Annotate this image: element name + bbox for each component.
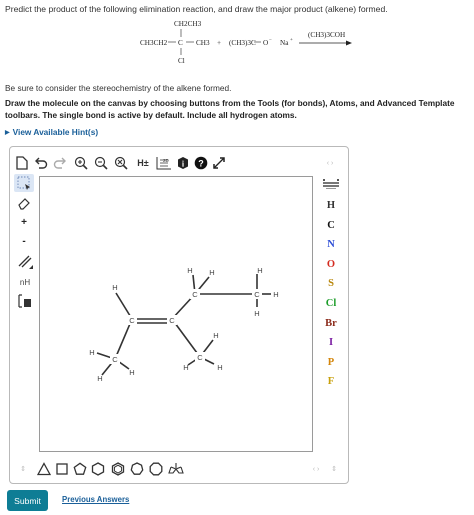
base-label: (CH3)3C — [229, 39, 256, 47]
plus-charge-icon[interactable]: + — [15, 214, 33, 230]
atom-label-h: H — [257, 266, 262, 275]
redo-icon[interactable] — [53, 156, 67, 170]
cyclohexane-icon[interactable] — [90, 461, 106, 477]
clear-icon[interactable] — [114, 156, 130, 170]
solvent-label: (CH3)3COH — [308, 31, 345, 39]
main-chain-right-label: CH3 — [196, 39, 210, 47]
periodic-table-icon[interactable] — [321, 177, 341, 191]
atom-button-h[interactable]: H — [314, 196, 348, 216]
atom-label-c: C — [254, 290, 260, 299]
atoms-scroll-arrows[interactable]: ⇕ — [328, 461, 340, 477]
minus-superscript: − — [269, 38, 272, 43]
cyclobutane-icon[interactable] — [54, 461, 70, 477]
zoom-in-icon[interactable] — [74, 156, 90, 170]
plus-sign: + — [217, 39, 221, 47]
fullscreen-icon[interactable] — [212, 156, 226, 170]
stereo-note: Be sure to consider the stereochemistry … — [5, 83, 232, 93]
top-scroll-arrows[interactable]: ‹ › — [320, 156, 340, 170]
atoms-toolbar: H C N O S Cl Br I P F — [314, 173, 348, 455]
minus-charge-label: - — [22, 235, 26, 247]
base-oxygen-label: O — [263, 39, 268, 47]
bottom-scroll-right-arrows[interactable]: ‹ › — [306, 461, 326, 477]
atom-button-br[interactable]: Br — [314, 314, 348, 334]
cycloheptane-icon[interactable] — [129, 461, 145, 477]
chain-icon[interactable]: nH — [15, 273, 35, 291]
atom-label-h: H — [97, 374, 102, 383]
hints-link[interactable]: ▶ View Available Hint(s) — [5, 127, 98, 137]
bonds — [96, 274, 271, 376]
cyclopropane-icon[interactable] — [36, 461, 52, 477]
drawing-canvas[interactable]: C C C C C C H H H H H H H H H H H H — [39, 176, 313, 452]
benzene-icon[interactable] — [110, 461, 126, 477]
atom-label-h: H — [254, 309, 259, 318]
central-carbon-label: C — [178, 39, 183, 47]
atom-label-c: C — [129, 316, 135, 325]
atom-label-h: H — [129, 368, 134, 377]
hints-label: View Available Hint(s) — [12, 127, 99, 137]
atom-button-o[interactable]: O — [314, 255, 348, 275]
atom-label-c: C — [192, 290, 198, 299]
atom-button-s[interactable]: S — [314, 274, 348, 294]
atom-label-c: C — [169, 316, 175, 325]
bottom-substituent-label: Cl — [178, 57, 185, 65]
previous-answers-link[interactable]: Previous Answers — [62, 495, 129, 504]
minus-charge-icon[interactable]: - — [15, 233, 33, 249]
chair-template-icon[interactable] — [167, 461, 185, 477]
h-toggle-label: H± — [137, 158, 149, 168]
reaction-scheme: CH2CH3 CH3CH2 C CH3 Cl + (CH3)3C O − Na … — [140, 20, 352, 65]
atom-labels: C C C C C C H H H H H H H H H H H H — [89, 266, 278, 383]
undo-icon[interactable] — [34, 156, 48, 170]
chain-label: nH — [19, 277, 31, 287]
atom-button-i[interactable]: I — [314, 333, 348, 353]
atom-label-c: C — [112, 355, 118, 364]
atom-label-h: H — [217, 363, 222, 372]
explicit-hydrogens-icon[interactable]: H± — [134, 156, 152, 170]
atom-button-f[interactable]: F — [314, 372, 348, 392]
atom-label-h: H — [187, 266, 192, 275]
select-icon[interactable] — [14, 174, 34, 192]
eraser-icon[interactable] — [15, 195, 33, 211]
top-toolbar: H± 2D i ? ‹ › — [10, 147, 350, 173]
svg-text:2D: 2D — [163, 158, 170, 163]
templates-toolbar: ⇕ ‹ › ⇕ — [10, 455, 350, 483]
atom-label-h: H — [209, 268, 214, 277]
atom-button-c[interactable]: C — [314, 216, 348, 236]
atom-label-h: H — [89, 348, 94, 357]
template-icon[interactable] — [15, 292, 35, 310]
plus-charge-label: + — [21, 216, 27, 228]
atom-label-h: H — [273, 290, 278, 299]
cyclopentane-icon[interactable] — [72, 461, 88, 477]
top-substituent-label: CH2CH3 — [174, 20, 202, 28]
caret-right-icon: ▶ — [5, 130, 10, 136]
help-icon[interactable]: ? — [194, 156, 208, 170]
atom-label-h: H — [112, 283, 117, 292]
reaction-arrowhead — [346, 40, 352, 46]
zoom-out-icon[interactable] — [94, 156, 110, 170]
atom-button-cl[interactable]: Cl — [314, 294, 348, 314]
plus-superscript: + — [290, 38, 293, 43]
drawing-widget: H± 2D i ? ‹ › + - nH C C C C C C H H H H… — [9, 146, 349, 484]
atom-button-n[interactable]: N — [314, 235, 348, 255]
molecule-structure: C C C C C C H H H H H H H H H H H H — [89, 266, 278, 383]
new-document-icon[interactable] — [15, 156, 29, 170]
instructions: Draw the molecule on the canvas by choos… — [5, 98, 455, 120]
2d-structure-icon[interactable]: 2D — [156, 156, 172, 170]
atom-label-h: H — [213, 331, 218, 340]
submit-button[interactable]: Submit — [7, 490, 48, 511]
main-chain-left-label: CH3CH2 — [140, 39, 168, 47]
counter-ion-label: Na — [280, 39, 289, 47]
bottom-scroll-left-arrows[interactable]: ⇕ — [18, 461, 28, 477]
atom-label-h: H — [183, 363, 188, 372]
atom-button-p[interactable]: P — [314, 353, 348, 373]
svg-text:?: ? — [198, 159, 204, 169]
cyclooctane-icon[interactable] — [148, 461, 164, 477]
bond-icon[interactable] — [15, 252, 35, 270]
atom-label-c: C — [197, 353, 203, 362]
info-icon[interactable]: i — [176, 156, 190, 170]
